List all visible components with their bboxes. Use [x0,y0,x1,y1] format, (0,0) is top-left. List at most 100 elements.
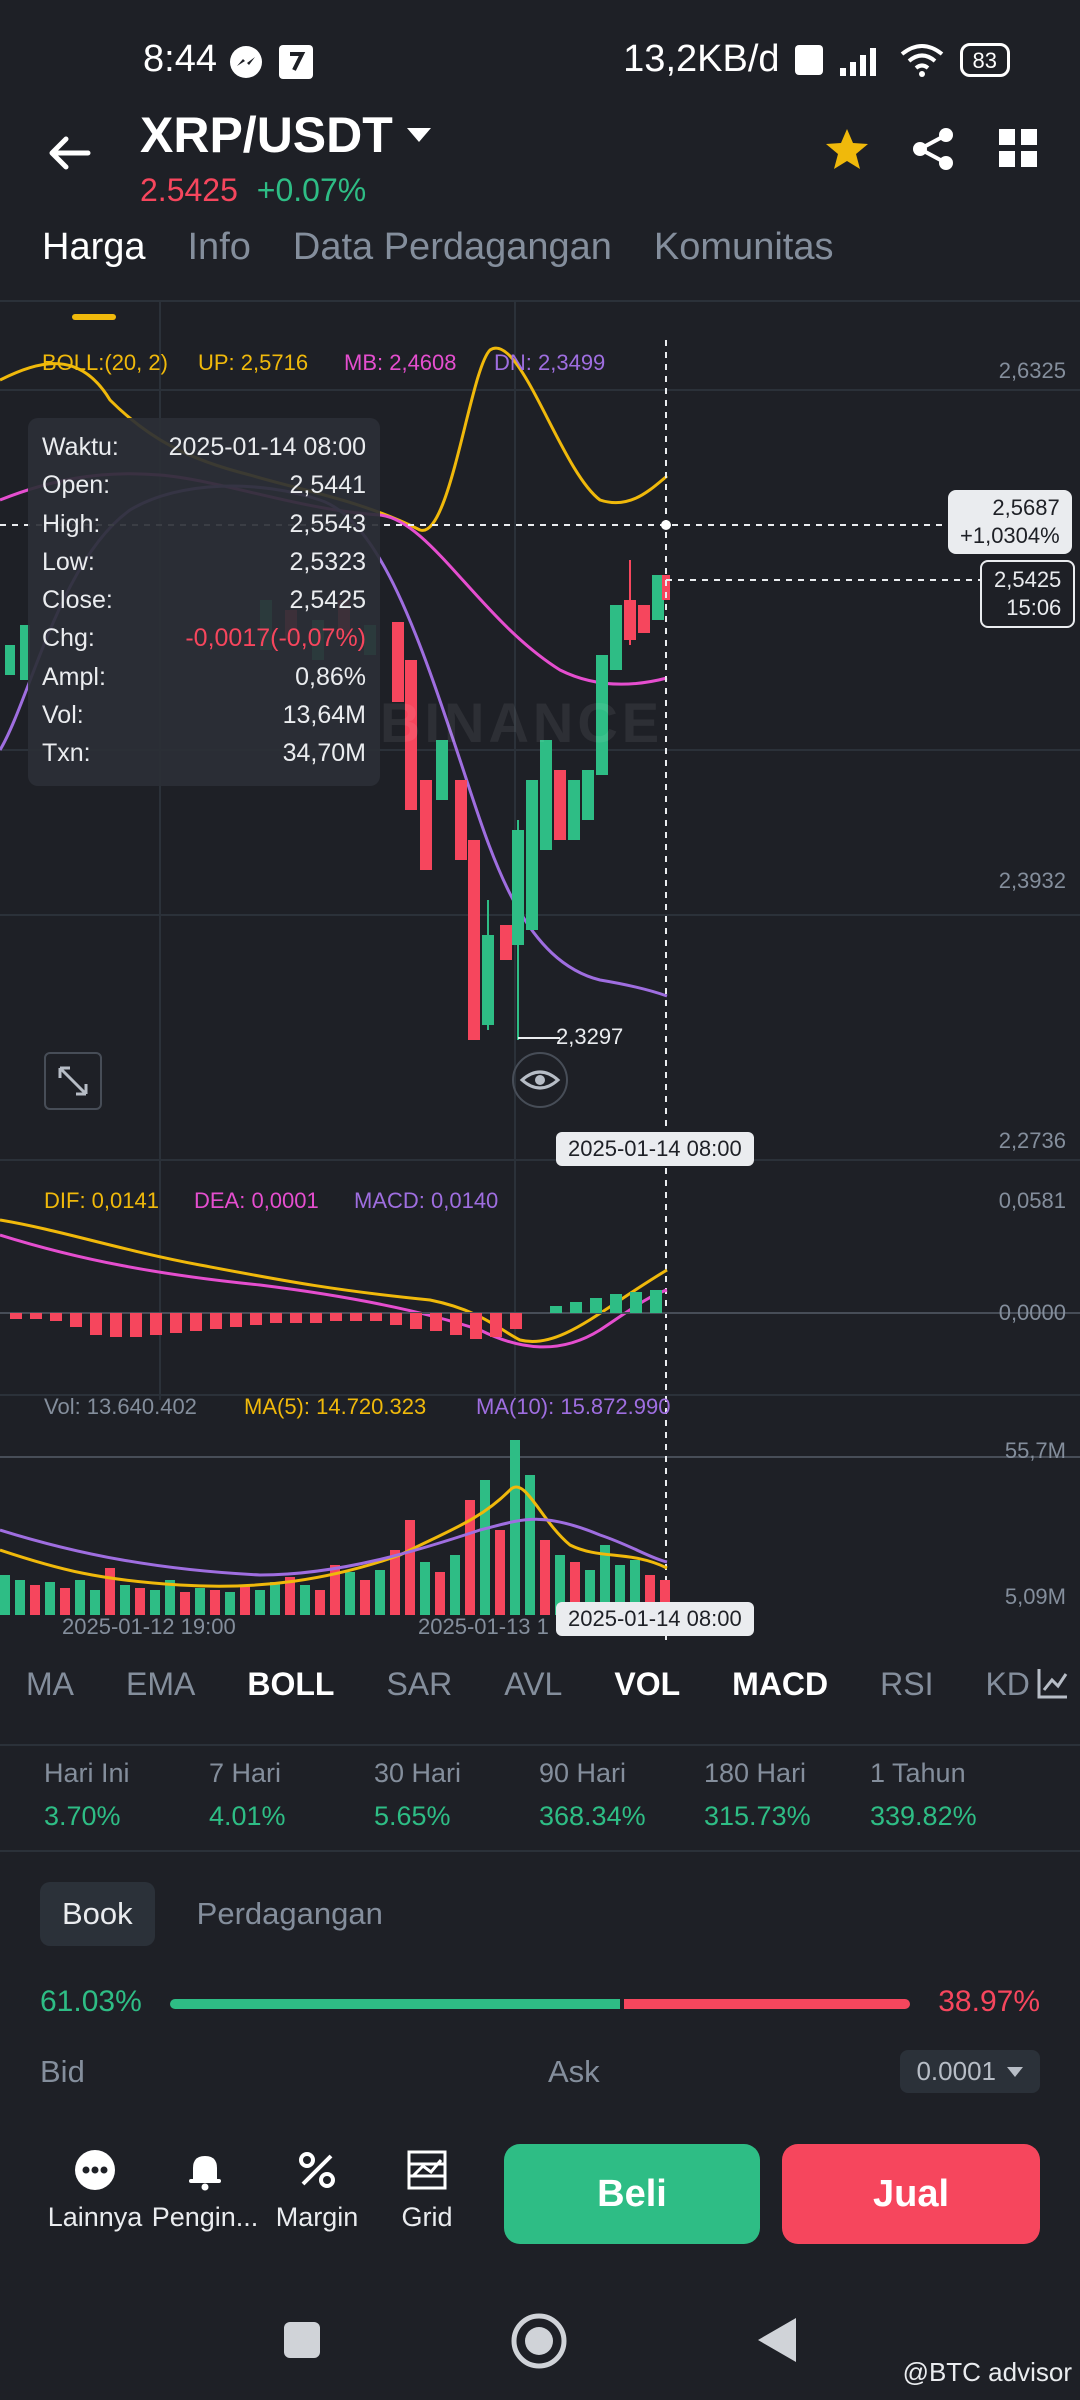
ask-ratio: 38.97% [938,1985,1040,2018]
macd-axis-zero: 0,0000 [998,1300,1066,1325]
watermark-credit: @BTC advisor [902,2357,1072,2387]
grid-bot-icon [407,2150,447,2190]
kline-chart[interactable]: BOLL:(20, 2) UP: 2,5716 MB: 2,4608 DN: 2… [0,300,1080,1640]
tooltip-row: Txn: 34,70M [42,739,366,768]
candle-tooltip: Waktu: 2025-01-14 08:00 Open: 2,5441 High:… [28,418,380,786]
grid-label: Grid [401,2202,453,2232]
ask-ratio-bar [624,1999,910,2009]
indicator-macd[interactable]: MACD [732,1660,828,1740]
more-button[interactable]: Lainnya [40,2148,150,2233]
time-axis-label: 2025-01-13 1 [418,1614,549,1639]
tooltip-row: Close: 2,5425 [42,586,366,615]
section-divider [0,1850,1080,1852]
volume-axis-top: 55,7M [1004,1438,1066,1463]
indicator-settings-icon[interactable] [1036,1666,1070,1700]
caret-down-icon [1007,2066,1023,2077]
back-arrow-icon[interactable] [46,130,92,176]
bid-ratio: 61.03% [40,1985,142,2018]
margin-button[interactable]: Margin [262,2148,372,2233]
current-price: 2.5425 [140,172,238,208]
boll-mb: MB: 2,4608 [344,350,457,375]
indicator-ma[interactable]: MA [26,1660,74,1740]
volume-ma5: MA(5): 14.720.323 [244,1394,427,1419]
tab-komunitas[interactable]: Komunitas [654,226,834,306]
price-axis-bottom: 2,2736 [998,1128,1066,1153]
macd-dea: DEA: 0,0001 [194,1188,319,1213]
bid-ask-ratio: 61.03% 38.97% [40,1985,1040,2025]
more-label: Lainnya [47,2202,143,2232]
favorite-star-icon[interactable] [824,126,870,172]
battery-indicator: 83 [959,42,1010,77]
price-summary: 2.5425 +0.07% [140,172,366,209]
pair-selector[interactable]: XRP/USDT [140,106,433,164]
buy-button[interactable]: Beli [504,2144,760,2244]
percent-icon [299,2152,335,2188]
visibility-toggle-button[interactable] [512,1052,568,1108]
app-header: XRP/USDT 2.5425 +0.07% [0,100,1080,220]
crosshair-date-tag-bottom: 2025-01-14 08:00 [556,1602,754,1636]
perf-30d: 30 Hari 5.65% [374,1758,462,1831]
volume-value: Vol: 13.640.402 [44,1394,197,1419]
tooltip-row: High: 2,5543 [42,509,366,538]
binance-watermark: BINANCE [380,691,664,754]
net-speed: 13,2KB/d [623,38,780,80]
fullscreen-button[interactable] [44,1052,102,1110]
boll-label: BOLL:(20, 2) [42,350,168,375]
expand-icon [58,1066,88,1096]
indicator-boll[interactable]: BOLL [247,1660,334,1740]
perf-1y: 1 Tahun 339.82% [870,1758,977,1831]
grid-menu-icon[interactable] [996,126,1040,170]
signal-icon [839,47,876,76]
tab-book[interactable]: Book [40,1882,155,1946]
indicator-rsi[interactable]: RSI [880,1660,933,1740]
perf-90d: 90 Hari 368.34% [539,1758,646,1831]
alert-button[interactable]: Pengin... [150,2148,260,2233]
tooltip-row: Low: 2,5323 [42,547,366,576]
tab-info[interactable]: Info [188,226,251,306]
crosshair-date-tag: 2025-01-14 08:00 [556,1132,754,1166]
macd-axis-top: 0,0581 [998,1188,1066,1213]
app-notification-icon [279,45,313,79]
back-triangle-icon[interactable] [756,2316,798,2364]
bid-label: Bid [40,2054,85,2089]
tooltip-row: Ampl: 0,86% [42,662,366,691]
boll-dn: DN: 2,3499 [494,350,606,375]
messenger-icon [230,46,262,78]
bottom-action-bar: Lainnya Pengin... Margin Grid Beli Jual [0,2130,1080,2270]
low-price-marker: 2,3297 [556,1024,624,1049]
last-price-tag: 2,5425 15:06 [980,560,1076,628]
recent-apps-icon[interactable] [282,2320,322,2360]
tab-perdagangan[interactable]: Perdagangan [175,1882,405,1946]
tooltip-row: Open: 2,5441 [42,471,366,500]
margin-label: Margin [275,2202,359,2232]
tooltip-row: Vol: 13,64M [42,701,366,730]
time-axis-label: 2025-01-12 19:00 [62,1614,236,1639]
price-axis-mid: 2,3932 [998,868,1066,893]
system-nav-bar: @BTC advisor [0,2290,1080,2400]
macd-dif: DIF: 0,0141 [44,1188,159,1213]
indicator-kd[interactable]: KD [985,1660,1029,1740]
indicator-vol[interactable]: VOL [614,1660,680,1740]
crosshair-price-tag: 2,5687 +1,0304% [948,490,1072,554]
tooltip-row: Chg: -0,0017(-0,07%) [42,624,366,653]
price-axis-top: 2,6325 [998,358,1066,383]
macd-value: MACD: 0,0140 [354,1188,499,1213]
indicator-sar[interactable]: SAR [386,1660,452,1740]
share-icon[interactable] [910,126,956,172]
more-dots-icon [75,2150,115,2190]
tab-data-perdagangan[interactable]: Data Perdagangan [293,226,612,306]
precision-select[interactable]: 0.0001 [900,2050,1040,2093]
caret-down-icon [406,128,431,142]
volume-ma10: MA(10): 15.872.990 [476,1394,671,1419]
home-circle-icon[interactable] [510,2312,568,2370]
tab-harga[interactable]: Harga [42,226,146,320]
grid-button[interactable]: Grid [372,2148,482,2233]
main-tabs: Harga Info Data Perdagangan Komunitas [0,226,1080,320]
indicator-ema[interactable]: EMA [126,1660,195,1740]
alert-label: Pengin... [151,2202,259,2232]
indicator-avl[interactable]: AVL [504,1660,562,1740]
indicator-tabs: MA EMA BOLL SAR AVL VOL MACD RSI KD [0,1660,1080,1740]
perf-today: Hari Ini 3.70% [44,1758,130,1831]
sell-button[interactable]: Jual [782,2144,1040,2244]
bid-ratio-bar [170,1999,620,2009]
